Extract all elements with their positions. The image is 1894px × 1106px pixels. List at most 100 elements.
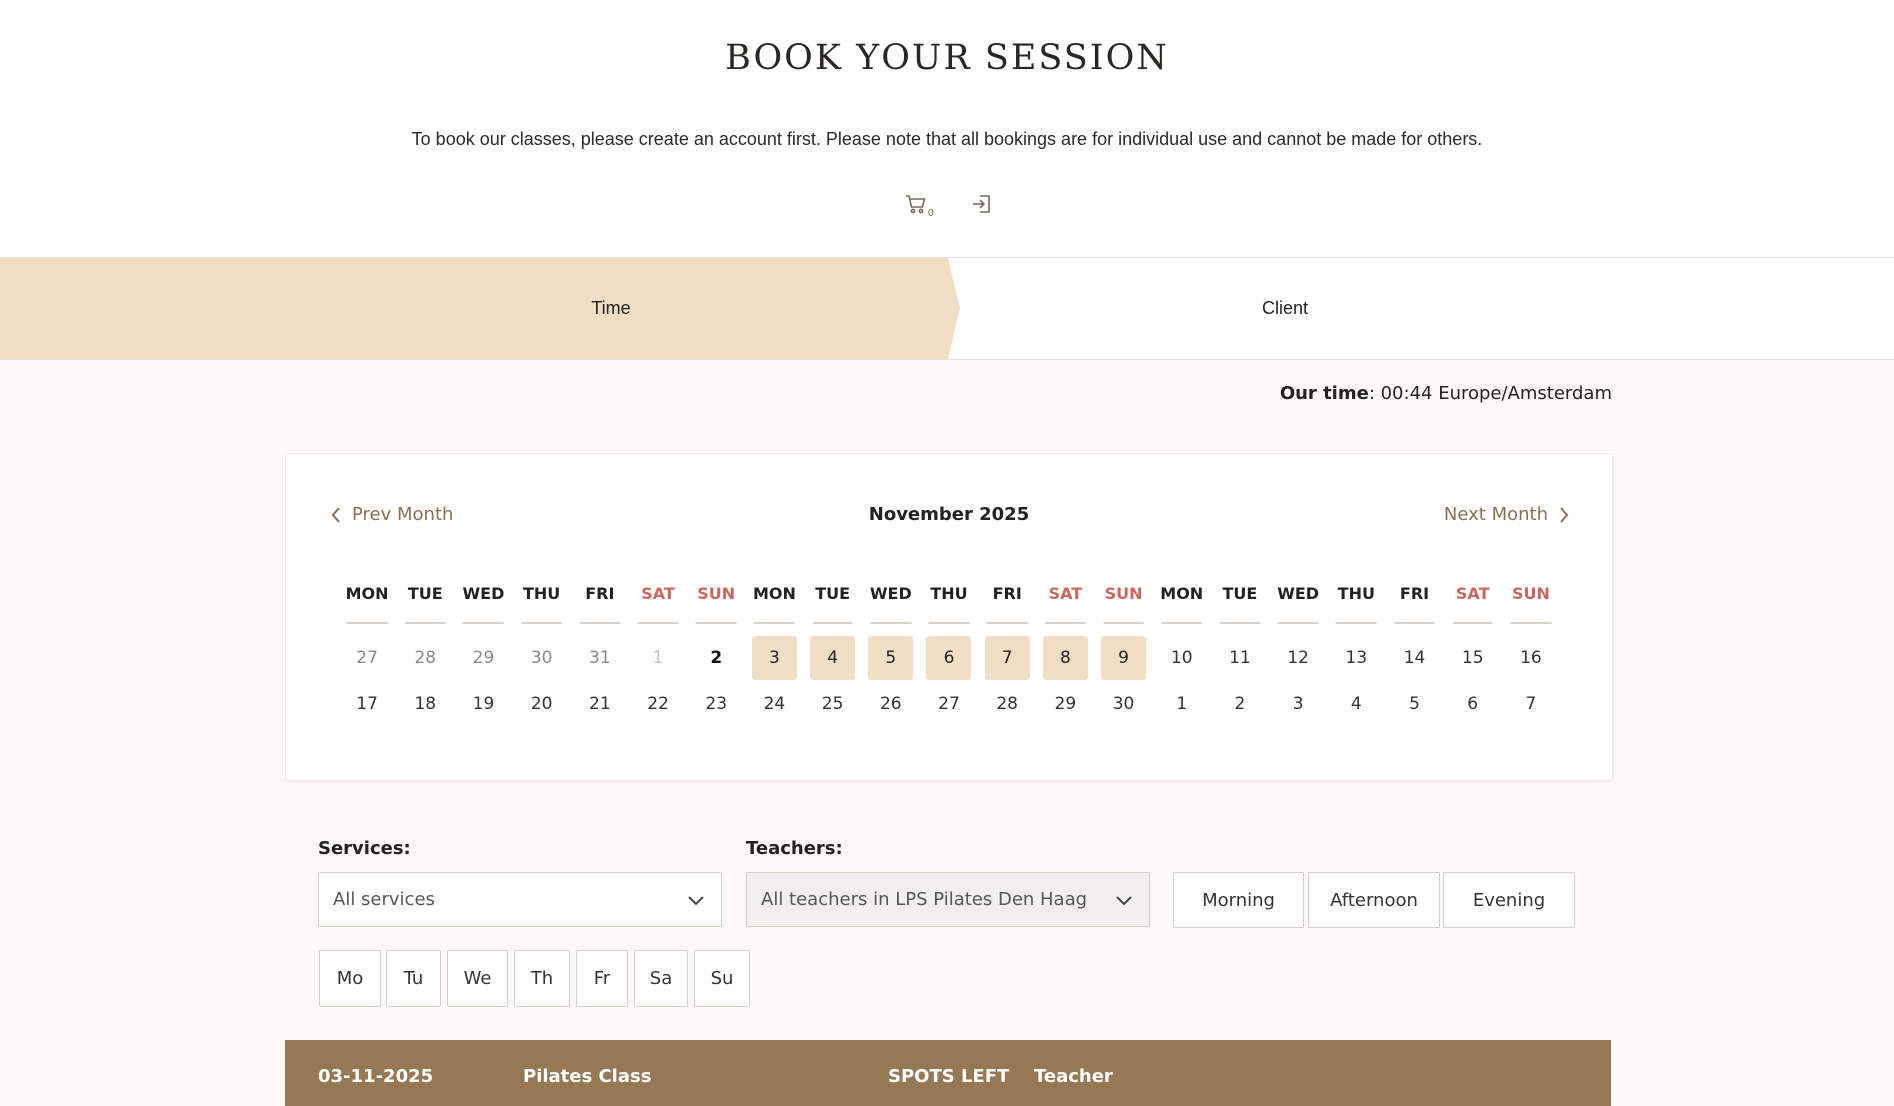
calendar-day: 21: [589, 694, 611, 714]
calendar-day: 24: [763, 694, 786, 714]
next-month-label: Next Month: [1443, 504, 1548, 525]
weekday-header: FRI: [1385, 584, 1443, 636]
calendar-day-available[interactable]: 7: [978, 636, 1036, 680]
calendar-day: 27: [938, 694, 960, 714]
calendar-day: 19: [472, 694, 495, 714]
calendar-day: 14: [1403, 648, 1426, 668]
calendar-day-available[interactable]: 3: [745, 636, 803, 680]
chevron-right-icon: [1560, 506, 1569, 523]
calendar-day-available[interactable]: 5: [862, 636, 920, 680]
calendar-day: 4: [1350, 694, 1362, 714]
calendar-day: 5: [1409, 694, 1420, 714]
calendar-day: 2: [1234, 694, 1246, 714]
weekday-header: SUN: [687, 584, 745, 636]
calendar-day-available[interactable]: 9: [1094, 636, 1152, 680]
evening-button[interactable]: Evening: [1443, 872, 1575, 928]
teachers-select-value: All teachers in LPS Pilates Den Haag: [761, 889, 1088, 910]
intro-text: To book our classes, please create an ac…: [411, 129, 1483, 149]
calendar-day: 27: [356, 648, 378, 668]
cart-count: 0: [928, 208, 934, 219]
weekday-header: TUE: [804, 584, 862, 636]
calendar-day: 29: [472, 648, 495, 668]
calendar-day-available[interactable]: 6: [920, 636, 978, 680]
day-filter-th[interactable]: Th: [514, 950, 570, 1007]
calendar-day: 3: [1292, 694, 1304, 714]
calendar-day: 18: [414, 694, 437, 714]
calendar-day: 1: [1176, 694, 1188, 714]
login-icon[interactable]: [970, 192, 994, 216]
calendar-day: 22: [647, 694, 669, 714]
weekday-header: FRI: [978, 584, 1036, 636]
weekday-header: WED: [454, 584, 512, 636]
day-filter-we[interactable]: We: [447, 950, 508, 1007]
step-client[interactable]: Client: [960, 298, 1610, 319]
calendar-day: 11: [1229, 648, 1251, 668]
calendar-grid: MON TUE WED THU FRI SAT SUN MON TUE WED …: [338, 584, 1560, 726]
services-label: Services:: [318, 838, 411, 859]
calendar-day: 29: [1054, 694, 1077, 714]
weekday-header: THU: [513, 584, 571, 636]
calendar-day: 30: [1112, 694, 1135, 714]
our-time-value: : 00:44 Europe/Amsterdam: [1368, 383, 1612, 404]
weekday-header: THU: [1327, 584, 1385, 636]
header-icons: 0: [900, 190, 1000, 220]
services-select-value: All services: [333, 889, 435, 910]
next-month-button[interactable]: Next Month: [1444, 504, 1570, 525]
weekday-header: TUE: [396, 584, 454, 636]
our-time: Our time: 00:44 Europe/Amsterdam: [1280, 383, 1612, 404]
weekday-header: WED: [862, 584, 920, 636]
calendar-month: November 2025: [868, 504, 1030, 525]
calendar-day-today: 2: [710, 648, 723, 668]
day-filter-su[interactable]: Su: [694, 950, 750, 1007]
day-filter-tu[interactable]: Tu: [386, 950, 441, 1007]
calendar-day: 25: [821, 694, 844, 714]
calendar-day: 15: [1461, 648, 1484, 668]
calendar-day: 20: [530, 694, 553, 714]
calendar-day: 30: [530, 648, 553, 668]
day-filter-sa[interactable]: Sa: [634, 950, 688, 1007]
result-date: 03-11-2025: [318, 1066, 434, 1087]
calendar-day: 12: [1287, 648, 1309, 668]
weekday-header: SAT: [629, 584, 687, 636]
weekday-header: SAT: [1036, 584, 1094, 636]
page-header: BOOK YOUR SESSION To book our classes, p…: [0, 0, 1894, 257]
weekday-header: MON: [338, 584, 396, 636]
teachers-label: Teachers:: [746, 838, 843, 859]
cart-icon[interactable]: [904, 192, 928, 216]
result-teacher: Teacher: [1034, 1066, 1113, 1087]
calendar-day: 26: [879, 694, 902, 714]
afternoon-button[interactable]: Afternoon: [1308, 872, 1440, 928]
weekday-header: FRI: [571, 584, 629, 636]
morning-button[interactable]: Morning: [1173, 872, 1304, 928]
our-time-label: Our time: [1279, 383, 1369, 404]
services-select[interactable]: All services: [318, 872, 722, 927]
weekday-header: SAT: [1444, 584, 1502, 636]
weekday-header: MON: [745, 584, 803, 636]
calendar-day: 13: [1345, 648, 1368, 668]
weekday-header: SUN: [1094, 584, 1152, 636]
teachers-select[interactable]: All teachers in LPS Pilates Den Haag: [746, 872, 1150, 927]
calendar-day: 28: [996, 694, 1018, 714]
calendar-day: 17: [356, 694, 378, 714]
chevron-down-icon: [688, 896, 704, 906]
day-filter-mo[interactable]: Mo: [319, 950, 381, 1007]
result-class: Pilates Class: [523, 1066, 652, 1087]
result-spots-left: SPOTS LEFT: [888, 1066, 1010, 1087]
weekday-header: WED: [1269, 584, 1327, 636]
calendar-day: 23: [705, 694, 728, 714]
day-filter-fr[interactable]: Fr: [576, 950, 628, 1007]
calendar-day-available[interactable]: 4: [804, 636, 862, 680]
weekday-header: THU: [920, 584, 978, 636]
calendar-day: 6: [1467, 694, 1479, 714]
results-header: 03-11-2025 Pilates Class SPOTS LEFT Teac…: [285, 1040, 1611, 1106]
weekday-header: SUN: [1502, 584, 1560, 636]
chevron-down-icon: [1116, 896, 1132, 906]
weekday-header: MON: [1153, 584, 1211, 636]
page-title: BOOK YOUR SESSION: [725, 38, 1169, 78]
calendar-day: 1: [652, 648, 664, 668]
calendar-day-available[interactable]: 8: [1036, 636, 1094, 680]
calendar-day: 10: [1170, 648, 1193, 668]
weekday-header: TUE: [1211, 584, 1269, 636]
calendar-day: 31: [589, 648, 611, 668]
booking-stepper: Time Client: [0, 257, 1894, 360]
